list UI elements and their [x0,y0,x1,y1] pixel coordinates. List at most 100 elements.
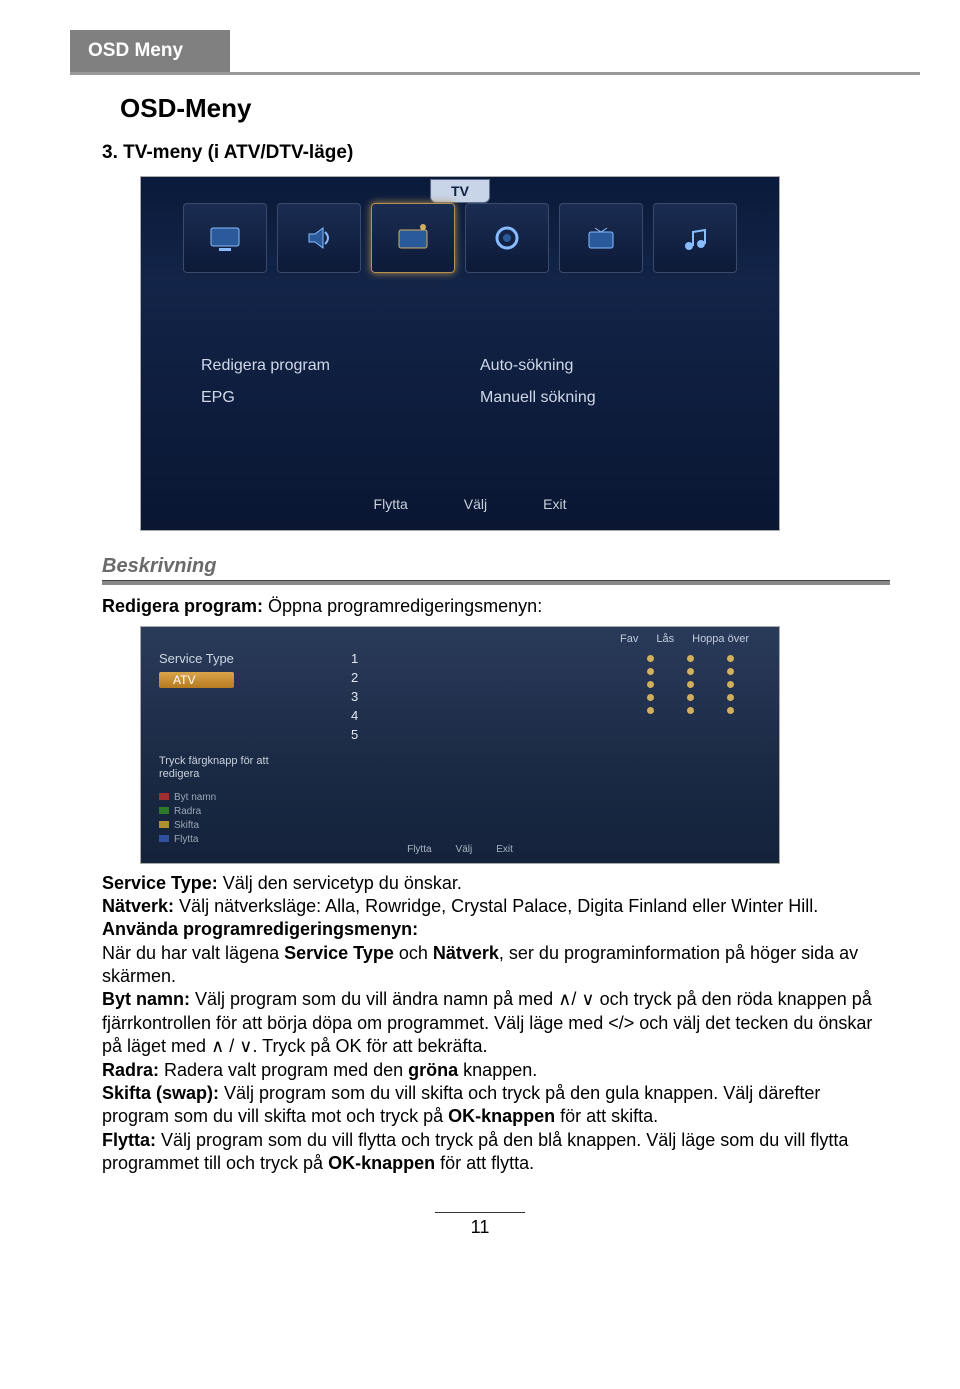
speaker-icon [277,203,361,273]
tv-menu-footer: Flytta Välj Exit [354,496,567,512]
p-flytta: Flytta: Välj program som du vill flytta … [102,1129,890,1176]
p8-b: OK-knappen [328,1153,435,1173]
ss2-numbers: 1 2 3 4 5 [351,651,358,742]
header-tab-row: OSD Meny [70,30,960,72]
p6-b: gröna [408,1060,458,1080]
dot [727,694,734,701]
p4-c: och [394,943,433,963]
desc-line-1-bold: Redigera program: [102,596,263,616]
dot [687,707,694,714]
ss2-header: Fav Lås Hoppa över [620,633,749,645]
tv-menu-items: Redigera program Auto-sökning EPG Manuel… [201,357,719,407]
body-text: Service Type: Välj den servicetyp du öns… [102,872,890,1176]
ss2-footer-valj: Välj [456,844,473,855]
main-heading: OSD-Meny [120,93,960,124]
p-nar: När du har valt lägena Service Type och … [102,942,890,989]
dot [647,694,654,701]
header-rule [70,72,920,75]
p-natverk: Nätverk: Välj nätverksläge: Alla, Rowrid… [102,895,890,918]
atv-label: ATV [159,672,234,688]
footer-exit: Exit [523,496,566,512]
ss2-footer-flytta: Flytta [407,844,431,855]
ss2-footer-exit: Exit [496,844,513,855]
p-skifta: Skifta (swap): Välj program som du vill … [102,1082,890,1129]
p4-d: Nätverk [433,943,499,963]
menu-item-redigera: Redigera program [201,357,440,375]
dot [647,668,654,675]
description-rule [102,580,890,585]
p5-c: . Tryck på OK för att bekräfta. [252,1036,487,1056]
tv-icon [371,203,455,273]
section-heading: 3. TV-meny (i ATV/DTV-läge) [102,142,960,164]
p7-b: OK-knappen [448,1106,555,1126]
num-3: 3 [351,689,358,704]
ss2-dots [647,655,745,714]
tv-menu-screenshot: TV Redigera program Auto-sökning [140,176,780,531]
header-tab: OSD Meny [70,30,230,72]
ss2-left: Service Type ATV [159,651,234,688]
num-5: 5 [351,727,358,742]
dot [647,707,654,714]
program-edit-screenshot: Fav Lås Hoppa över Service Type ATV 1 2 … [140,626,780,864]
dot [687,694,694,701]
dot [687,668,694,675]
footer-flytta: Flytta [354,496,408,512]
num-4: 4 [351,708,358,723]
p6-a: Radera valt program med den [159,1060,408,1080]
dot [727,655,734,662]
p7-bold: Skifta (swap): [102,1083,219,1103]
menu-icon-row [183,203,737,273]
p-radra: Radra: Radera valt program med den gröna… [102,1059,890,1082]
p-anvanda: Använda programredigeringsmenyn: [102,918,890,941]
menu-item-manuell: Manuell sökning [480,389,719,407]
p6-c: knappen. [458,1060,537,1080]
num-2: 2 [351,670,358,685]
col-fav: Fav [620,633,638,645]
num-1: 1 [351,651,358,666]
legend-byt: Byt namn [159,792,216,803]
p7-c: för att skifta. [555,1106,658,1126]
p5-a: Välj program som du vill ändra namn på m… [190,989,558,1009]
menu-item-epg: EPG [201,389,440,407]
clock-icon [559,203,643,273]
legend-flytta: Flytta [159,834,216,845]
dot [727,668,734,675]
p8-bold: Flytta: [102,1130,156,1150]
ss2-legend: Byt namn Radra Skifta Flytta [159,792,216,845]
col-hoppa: Hoppa över [692,633,749,645]
ss2-hint: Tryck färgknapp för att redigera [159,755,279,781]
legend-radra: Radra [159,806,216,817]
page: OSD Meny OSD-Meny 3. TV-meny (i ATV/DTV-… [0,30,960,1278]
up-down-arrows-icon: ∧/ ∨ [558,989,594,1009]
music-icon [653,203,737,273]
p1-bold: Service Type: [102,873,218,893]
col-las: Lås [656,633,674,645]
footer-valj: Välj [444,496,487,512]
gear-icon [465,203,549,273]
legend-skifta: Skifta [159,820,216,831]
p-byt: Byt namn: Välj program som du vill ändra… [102,988,890,1058]
p4-a: När du har valt lägena [102,943,284,963]
menu-item-auto: Auto-sökning [480,357,719,375]
dot [687,655,694,662]
ss2-footer: Flytta Välj Exit [407,844,513,855]
dot [727,707,734,714]
p5-bold: Byt namn: [102,989,190,1009]
p4-b: Service Type [284,943,394,963]
p2-rest: Välj nätverksläge: Alla, Rowridge, Cryst… [174,896,818,916]
dot [647,681,654,688]
dot [727,681,734,688]
p6-bold: Radra: [102,1060,159,1080]
tv-tab-label: TV [430,179,490,203]
page-number-block: 11 [0,1212,960,1238]
p3-bold: Använda programredigeringsmenyn: [102,919,418,939]
p-service-type: Service Type: Välj den servicetyp du öns… [102,872,890,895]
p8-c: för att flytta. [435,1153,534,1173]
service-type-label: Service Type [159,651,234,666]
page-number-rule [435,1212,525,1213]
monitor-icon [183,203,267,273]
desc-line-1: Redigera program: Öppna programredigerin… [102,595,890,618]
page-number: 11 [471,1217,490,1237]
dot [647,655,654,662]
desc-line-1-rest: Öppna programredigeringsmenyn: [263,596,542,616]
